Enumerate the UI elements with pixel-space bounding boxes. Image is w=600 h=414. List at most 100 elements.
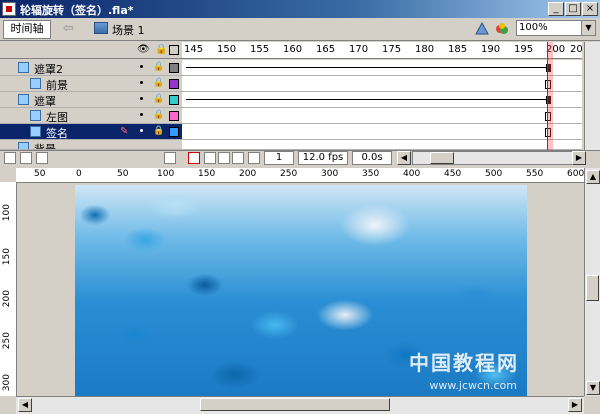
edit-symbol-icon[interactable] bbox=[494, 21, 510, 36]
edit-scene-icon[interactable] bbox=[474, 21, 490, 36]
horizontal-ruler: 50 0 50 100 150 200 250 300 350 400 450 … bbox=[16, 168, 600, 183]
mask-layer-icon bbox=[18, 62, 29, 73]
visibility-dot[interactable] bbox=[140, 97, 143, 100]
scene-icon bbox=[94, 22, 108, 34]
frame-number: 20 bbox=[570, 44, 582, 55]
ruler-label: 50 bbox=[34, 169, 46, 179]
lock-icon[interactable]: 🔒 bbox=[153, 126, 164, 136]
edit-multiple-frames-icon[interactable] bbox=[232, 152, 244, 164]
tween-line bbox=[186, 67, 546, 68]
ruler-label: 200 bbox=[2, 290, 12, 308]
visibility-dot[interactable] bbox=[140, 65, 143, 68]
ruler-label: 100 bbox=[2, 204, 12, 222]
onion-outline-icon[interactable] bbox=[218, 152, 230, 164]
vertical-ruler: 100 150 200 250 300 bbox=[0, 182, 17, 396]
ruler-label: 250 bbox=[2, 332, 12, 350]
layer-row-foreground[interactable]: 前景 🔒 bbox=[0, 76, 182, 92]
lock-icon[interactable]: 🔒 bbox=[153, 110, 164, 120]
layer-color-swatch[interactable] bbox=[169, 79, 179, 89]
add-guide-icon[interactable] bbox=[20, 152, 32, 164]
lock-icon[interactable]: 🔒 bbox=[153, 94, 164, 104]
frame-track[interactable] bbox=[182, 92, 582, 108]
frame-track[interactable] bbox=[182, 124, 582, 140]
ruler-label: 250 bbox=[280, 169, 298, 179]
flash-document-icon bbox=[2, 2, 16, 16]
frame-number: 145 bbox=[184, 44, 204, 55]
timeline-toggle-button[interactable]: 时间轴 bbox=[3, 20, 51, 39]
scroll-right-icon[interactable]: ▶ bbox=[568, 398, 582, 412]
watermark-text: 中国教程网 bbox=[409, 351, 519, 375]
minimize-button[interactable]: _ bbox=[548, 2, 564, 16]
stage-area[interactable]: 中国教程网 www.jcwcn.com bbox=[17, 183, 583, 396]
layer-color-swatch[interactable] bbox=[169, 127, 179, 137]
ruler-label: 50 bbox=[117, 169, 129, 179]
ruler-label: 200 bbox=[239, 169, 257, 179]
scroll-right-icon[interactable]: ▶ bbox=[572, 151, 586, 165]
eye-icon[interactable]: 👁 bbox=[137, 44, 150, 55]
maximize-button[interactable]: □ bbox=[565, 2, 581, 16]
lock-icon[interactable]: 🔒 bbox=[155, 44, 167, 55]
layer-row-background[interactable]: 背景 bbox=[0, 140, 182, 150]
visibility-dot[interactable] bbox=[140, 129, 143, 132]
ruler-corner bbox=[0, 168, 16, 182]
scroll-left-icon[interactable]: ◀ bbox=[397, 151, 411, 165]
frame-number: 185 bbox=[448, 44, 468, 55]
scrollbar-thumb[interactable] bbox=[586, 275, 599, 301]
ruler-label: 550 bbox=[526, 169, 544, 179]
visibility-dot[interactable] bbox=[140, 113, 143, 116]
fps-field[interactable]: 12.0 fps bbox=[298, 151, 348, 165]
layer-row-left-image[interactable]: 左图 🔒 bbox=[0, 108, 182, 124]
layer-name: 左图 bbox=[46, 111, 68, 124]
ruler-label: 400 bbox=[403, 169, 421, 179]
add-layer-icon[interactable] bbox=[4, 152, 16, 164]
trash-icon[interactable] bbox=[164, 152, 176, 164]
lock-icon[interactable]: 🔒 bbox=[153, 62, 164, 72]
frame-track[interactable] bbox=[182, 108, 582, 124]
zoom-select[interactable]: 100% ▼ bbox=[516, 20, 596, 36]
layer-color-swatch[interactable] bbox=[169, 95, 179, 105]
scroll-left-icon[interactable]: ◀ bbox=[18, 398, 32, 412]
close-button[interactable]: × bbox=[582, 2, 598, 16]
frame-ruler[interactable]: 145 150 155 160 165 170 175 180 185 190 … bbox=[182, 42, 582, 59]
scroll-up-icon[interactable]: ▲ bbox=[586, 170, 600, 184]
scrollbar-thumb[interactable] bbox=[200, 398, 390, 411]
layer-row-signature[interactable]: 签名 ✎ 🔒 bbox=[0, 124, 182, 140]
ruler-label: 600 bbox=[567, 169, 585, 179]
ruler-label: 450 bbox=[444, 169, 462, 179]
masked-layer-icon bbox=[30, 110, 41, 121]
scroll-down-icon[interactable]: ▼ bbox=[586, 381, 600, 395]
stage-canvas-image[interactable]: 中国教程网 www.jcwcn.com bbox=[75, 185, 527, 396]
visibility-dot[interactable] bbox=[140, 81, 143, 84]
layer-color-swatch[interactable] bbox=[169, 63, 179, 73]
onion-markers-icon[interactable] bbox=[248, 152, 260, 164]
frame-number: 190 bbox=[481, 44, 501, 55]
back-arrow-icon[interactable]: ⇦ bbox=[63, 21, 74, 36]
window-title: 轮辐旋转（签名）.fla* bbox=[20, 4, 134, 17]
onion-skin-icon[interactable] bbox=[204, 152, 216, 164]
playhead[interactable] bbox=[547, 42, 553, 150]
frame-number: 160 bbox=[283, 44, 303, 55]
layer-name: 签名 bbox=[46, 127, 68, 140]
ruler-label: 100 bbox=[157, 169, 175, 179]
center-frame-icon[interactable] bbox=[188, 152, 200, 164]
layer-name: 遮罩 bbox=[34, 95, 56, 108]
chevron-down-icon[interactable]: ▼ bbox=[581, 21, 595, 35]
ruler-label: 150 bbox=[2, 248, 12, 266]
add-folder-icon[interactable] bbox=[36, 152, 48, 164]
current-frame-field: 1 bbox=[264, 151, 294, 165]
ruler-label: 150 bbox=[198, 169, 216, 179]
layer-row-mask2[interactable]: 遮罩2 🔒 bbox=[0, 60, 182, 76]
lock-icon[interactable]: 🔒 bbox=[153, 78, 164, 88]
frame-number: 180 bbox=[415, 44, 435, 55]
frame-track[interactable] bbox=[182, 76, 582, 92]
scene-label[interactable]: 场景 1 bbox=[112, 22, 145, 38]
elapsed-time-field: 0.0s bbox=[352, 151, 392, 165]
timeline-scrollbar[interactable] bbox=[584, 42, 600, 150]
frame-track[interactable] bbox=[182, 140, 582, 150]
scrollbar-thumb[interactable] bbox=[430, 152, 454, 164]
layer-color-swatch[interactable] bbox=[169, 111, 179, 121]
layer-row-mask[interactable]: 遮罩 🔒 bbox=[0, 92, 182, 108]
outline-icon[interactable] bbox=[169, 45, 179, 55]
ruler-label: 300 bbox=[2, 374, 12, 392]
frame-track[interactable] bbox=[182, 60, 582, 76]
